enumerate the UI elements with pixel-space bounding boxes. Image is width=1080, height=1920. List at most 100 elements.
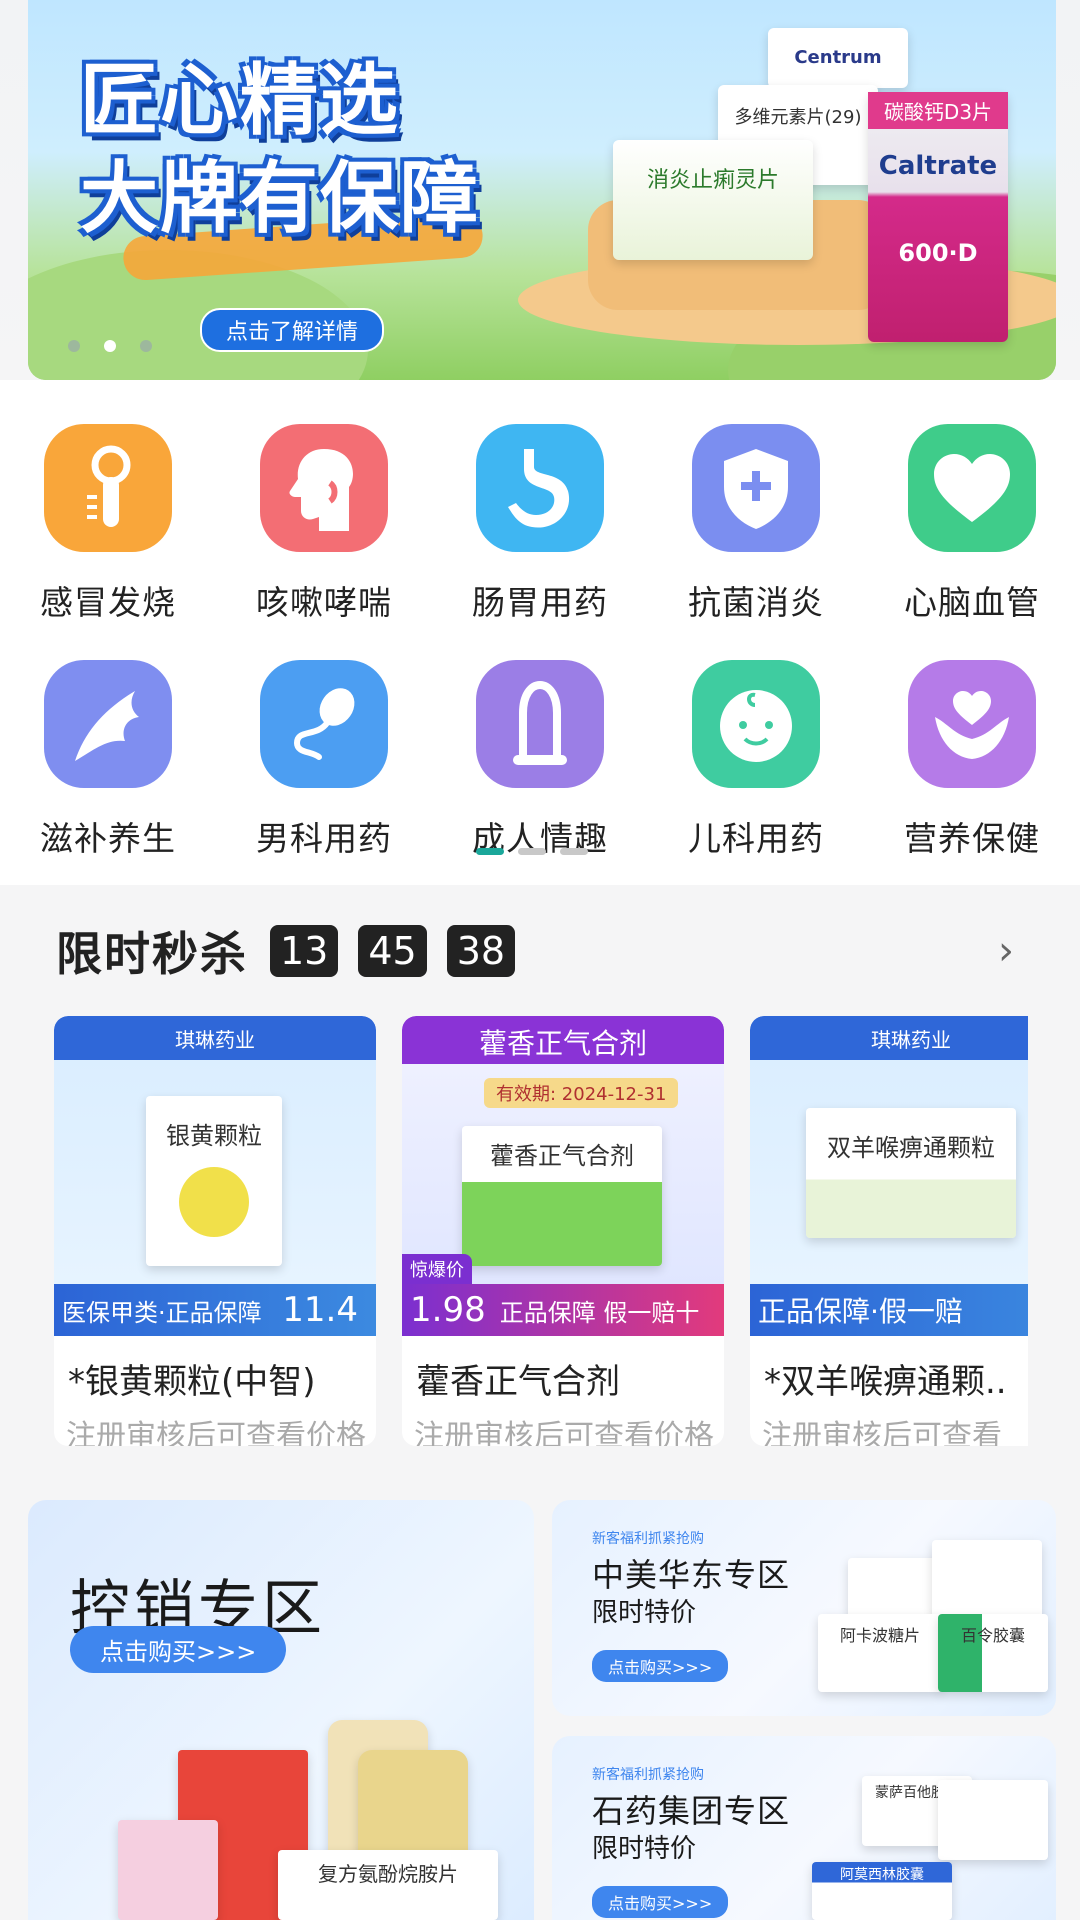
product-name: *双羊喉痹通颗.. bbox=[764, 1362, 1007, 1402]
category-nutrition[interactable]: 营养保健 bbox=[882, 660, 1062, 860]
promo-title: 石药集团专区 bbox=[592, 1792, 791, 1830]
product-price: 注册审核后可查看价格 bbox=[414, 1419, 714, 1446]
product-band-text: 医保甲类·正品保障 bbox=[62, 1298, 262, 1327]
sperm-icon bbox=[260, 660, 388, 788]
promo-title: 中美华东专区 bbox=[592, 1556, 791, 1594]
caltrate-box: 碳酸钙D3片 Caltrate 600·D bbox=[868, 92, 1008, 342]
xiaoyan-box: 消炎止痢灵片 bbox=[613, 140, 813, 260]
timer-seconds: 38 bbox=[446, 925, 516, 977]
category-gastro[interactable]: 肠胃用药 bbox=[450, 424, 630, 624]
product-band: 正品保障·假一赔 bbox=[750, 1284, 1028, 1336]
promo-huadong[interactable]: 新客福利抓紧抢购 中美华东专区 限时特价 点击购买>>> 阿卡波糖片 百令胶囊 bbox=[552, 1500, 1056, 1716]
banner-title-line1: 匠心精选 bbox=[80, 56, 401, 146]
promo-tag: 新客福利抓紧抢购 bbox=[592, 1767, 704, 1783]
chevron-right-icon[interactable]: › bbox=[998, 928, 1014, 974]
product-box-label: 阿莫西林胶囊 bbox=[840, 1867, 924, 1883]
product-name: 藿香正气合剂 bbox=[416, 1362, 620, 1402]
category-cough-asthma[interactable]: 咳嗽哮喘 bbox=[234, 424, 414, 624]
category-label: 儿科用药 bbox=[688, 819, 824, 858]
product-box: 阿莫西林胶囊 bbox=[812, 1862, 952, 1920]
condom-icon bbox=[476, 660, 604, 788]
category-label: 咳嗽哮喘 bbox=[256, 583, 392, 622]
product-name: *银黄颗粒(中智) bbox=[68, 1362, 316, 1402]
product-band-text: 正品保障·假一赔 bbox=[758, 1295, 963, 1328]
product-box-label: 百令胶囊 bbox=[960, 1626, 1025, 1645]
category-label: 抗菌消炎 bbox=[688, 583, 824, 622]
product-badge: 惊爆价 bbox=[402, 1254, 472, 1284]
product-band-price: 1.98 bbox=[410, 1290, 486, 1330]
ginseng-icon bbox=[44, 660, 172, 788]
shield-plus-icon bbox=[692, 424, 820, 552]
product-card[interactable]: 琪琳药业 双羊喉痹通颗粒 正品保障·假一赔 *双羊喉痹通颗.. 注册审核后可查看 bbox=[750, 1016, 1028, 1446]
category-label: 滋补养生 bbox=[40, 819, 176, 858]
product-banner-header: 藿香正气合剂 bbox=[478, 1027, 647, 1060]
category-label: 营养保健 bbox=[904, 819, 1040, 858]
pager-indicator-active[interactable] bbox=[476, 848, 504, 855]
category-label: 男科用药 bbox=[256, 819, 392, 858]
category-pediatric[interactable]: 儿科用药 bbox=[666, 660, 846, 860]
product-card[interactable]: 藿香正气合剂 有效期: 2024-12-31 藿香正气合剂 1.98 正品保障 … bbox=[402, 1016, 724, 1446]
hands-heart-icon bbox=[908, 660, 1036, 788]
product-box-label: 双羊喉痹通颗粒 bbox=[827, 1134, 995, 1162]
product-box: 银黄颗粒 bbox=[146, 1096, 282, 1266]
category-cardio[interactable]: 心脑血管 bbox=[882, 424, 1062, 624]
caltrate-box-title: 碳酸钙D3片 bbox=[868, 92, 1008, 129]
promo-buy-button[interactable]: 点击购买>>> bbox=[592, 1886, 729, 1918]
multivitamin-box-label: 多维元素片(29) bbox=[734, 107, 862, 128]
promo-controlled-sales[interactable]: 控销专区 点击购买>>> 复方氨酚烷胺片 bbox=[28, 1500, 534, 1920]
category-mens-health[interactable]: 男科用药 bbox=[234, 660, 414, 860]
flash-sale-header: 限时秒杀 13 45 38 bbox=[56, 918, 516, 984]
throat-icon bbox=[260, 424, 388, 552]
pager-indicator[interactable] bbox=[560, 848, 588, 855]
caltrate-brand: Caltrate bbox=[878, 151, 998, 181]
promo-buy-button[interactable]: 点击购买>>> bbox=[70, 1626, 287, 1673]
product-image: 琪琳药业 银黄颗粒 医保甲类·正品保障 11.4 bbox=[54, 1016, 376, 1336]
promo-buy-button[interactable]: 点击购买>>> bbox=[592, 1650, 729, 1682]
timer-hours: 13 bbox=[270, 925, 339, 977]
product-box: 双羊喉痹通颗粒 bbox=[806, 1108, 1016, 1238]
centrum-box-label: Centrum bbox=[794, 47, 882, 68]
product-band-text: 正品保障 假一赔十 bbox=[499, 1298, 700, 1327]
promo-subtitle: 限时特价 bbox=[592, 1598, 697, 1628]
product-expiry: 有效期: 2024-12-31 bbox=[484, 1078, 679, 1108]
banner-title-line2: 大牌有保障 bbox=[80, 154, 481, 244]
pagination-dot[interactable] bbox=[140, 340, 152, 352]
product-band: 医保甲类·正品保障 11.4 bbox=[54, 1284, 376, 1336]
category-pager bbox=[476, 848, 588, 855]
category-cold-fever[interactable]: 感冒发烧 bbox=[18, 424, 198, 624]
pager-indicator[interactable] bbox=[518, 848, 546, 855]
category-tonic[interactable]: 滋补养生 bbox=[18, 660, 198, 860]
caltrate-dose: 600·D bbox=[898, 239, 978, 267]
category-adult[interactable]: 成人情趣 bbox=[450, 660, 630, 860]
product-box: 百令胶囊 bbox=[938, 1614, 1048, 1692]
pagination-dot[interactable] bbox=[68, 340, 80, 352]
promo-shiyao[interactable]: 新客福利抓紧抢购 石药集团专区 限时特价 点击购买>>> 蒙萨百他胶囊 阿莫西林… bbox=[552, 1736, 1056, 1920]
product-image: 藿香正气合剂 有效期: 2024-12-31 藿香正气合剂 1.98 正品保障 … bbox=[402, 1016, 724, 1336]
product-banner-header: 琪琳药业 bbox=[175, 1028, 255, 1052]
stomach-icon bbox=[476, 424, 604, 552]
product-box-label: 银黄颗粒 bbox=[166, 1122, 262, 1150]
flash-sale-title: 限时秒杀 bbox=[56, 927, 248, 981]
product-box-label: 复方氨酚烷胺片 bbox=[318, 1862, 458, 1886]
product-card[interactable]: 琪琳药业 银黄颗粒 医保甲类·正品保障 11.4 *银黄颗粒(中智) 注册审核后可… bbox=[54, 1016, 376, 1446]
product-box-art bbox=[179, 1167, 249, 1237]
product-image: 琪琳药业 双羊喉痹通颗粒 正品保障·假一赔 bbox=[750, 1016, 1028, 1336]
promo-banner[interactable]: 匠心精选 大牌有保障 Centrum 多维元素片(29) 消炎止痢灵片 碳酸钙D… bbox=[28, 0, 1056, 380]
product-box bbox=[932, 1540, 1042, 1620]
category-antibacterial[interactable]: 抗菌消炎 bbox=[666, 424, 846, 624]
product-box bbox=[118, 1820, 218, 1920]
banner-details-button[interactable]: 点击了解详情 bbox=[200, 308, 385, 352]
category-label: 心脑血管 bbox=[904, 583, 1040, 622]
pagination-dot-active[interactable] bbox=[104, 340, 116, 352]
product-box: 复方氨酚烷胺片 bbox=[278, 1850, 498, 1920]
flash-sale-products: 琪琳药业 银黄颗粒 医保甲类·正品保障 11.4 *银黄颗粒(中智) 注册审核后可… bbox=[54, 1016, 1028, 1446]
centrum-box: Centrum bbox=[768, 28, 908, 88]
product-band-price: 11.4 bbox=[282, 1290, 358, 1330]
product-box-label: 藿香正气合剂 bbox=[490, 1142, 634, 1170]
baby-face-icon bbox=[692, 660, 820, 788]
product-price: 注册审核后可查看价格 bbox=[66, 1419, 366, 1446]
product-band: 1.98 正品保障 假一赔十 bbox=[402, 1284, 724, 1336]
product-box: 阿卡波糖片 bbox=[818, 1614, 942, 1692]
category-label: 感冒发烧 bbox=[40, 583, 176, 622]
promo-tag: 新客福利抓紧抢购 bbox=[592, 1531, 704, 1547]
